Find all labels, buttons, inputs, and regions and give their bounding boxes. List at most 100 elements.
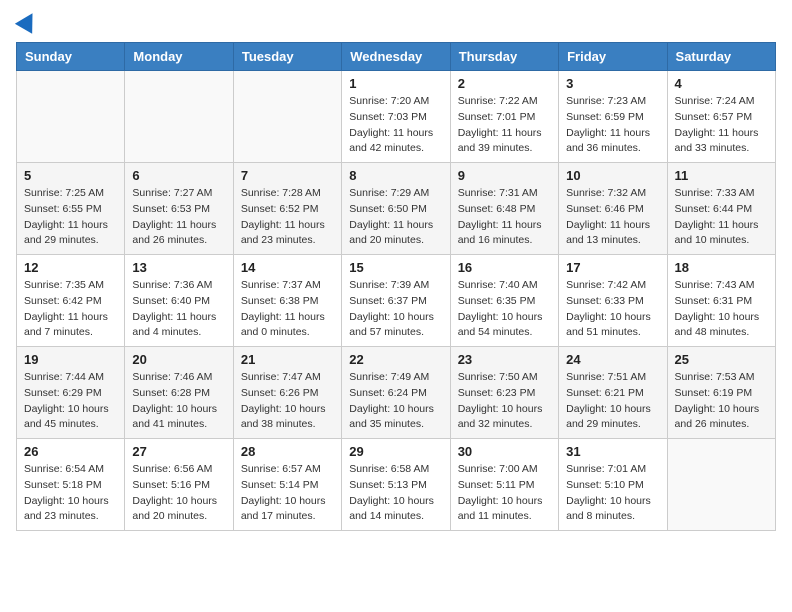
calendar-week-row: 12Sunrise: 7:35 AM Sunset: 6:42 PM Dayli…: [17, 255, 776, 347]
calendar-cell: [667, 439, 775, 531]
day-number: 11: [675, 168, 768, 183]
calendar-cell: [125, 71, 233, 163]
day-info: Sunrise: 6:57 AM Sunset: 5:14 PM Dayligh…: [241, 462, 334, 525]
day-of-week-header: Saturday: [667, 43, 775, 71]
calendar-cell: 9Sunrise: 7:31 AM Sunset: 6:48 PM Daylig…: [450, 163, 558, 255]
calendar-cell: 27 Sunrise: 6:56 AM Sunset: 5:16 PM Dayli…: [125, 439, 233, 531]
day-info: Sunrise: 7:27 AM Sunset: 6:53 PM Dayligh…: [132, 186, 225, 249]
calendar-cell: 20 Sunrise: 7:46 AM Sunset: 6:28 PM Dayli…: [125, 347, 233, 439]
day-number: 14: [241, 260, 334, 275]
day-info: Sunrise: 7:43 AM Sunset: 6:31 PM Dayligh…: [675, 278, 768, 341]
calendar-cell: 7Sunrise: 7:28 AM Sunset: 6:52 PM Daylig…: [233, 163, 341, 255]
day-of-week-header: Tuesday: [233, 43, 341, 71]
day-info: Sunrise: 7:49 AM Sunset: 6:24 PM Dayligh…: [349, 370, 442, 433]
calendar-cell: 11 Sunrise: 7:33 AM Sunset: 6:44 PM Dayli…: [667, 163, 775, 255]
day-info: Sunrise: 7:37 AM Sunset: 6:38 PM Dayligh…: [241, 278, 334, 341]
day-number: 2: [458, 76, 551, 91]
day-info: Sunrise: 6:54 AM Sunset: 5:18 PM Dayligh…: [24, 462, 117, 525]
logo: [16, 16, 38, 30]
day-number: 25: [675, 352, 768, 367]
day-info: Sunrise: 7:31 AM Sunset: 6:48 PM Dayligh…: [458, 186, 551, 249]
day-info: Sunrise: 7:00 AM Sunset: 5:11 PM Dayligh…: [458, 462, 551, 525]
day-info: Sunrise: 7:42 AM Sunset: 6:33 PM Dayligh…: [566, 278, 659, 341]
day-number: 18: [675, 260, 768, 275]
day-number: 31: [566, 444, 659, 459]
calendar-cell: 25 Sunrise: 7:53 AM Sunset: 6:19 PM Dayli…: [667, 347, 775, 439]
calendar-cell: 4 Sunrise: 7:24 AM Sunset: 6:57 PM Daylig…: [667, 71, 775, 163]
calendar-cell: 22 Sunrise: 7:49 AM Sunset: 6:24 PM Dayli…: [342, 347, 450, 439]
day-number: 19: [24, 352, 117, 367]
day-info: Sunrise: 7:51 AM Sunset: 6:21 PM Dayligh…: [566, 370, 659, 433]
day-info: Sunrise: 7:47 AM Sunset: 6:26 PM Dayligh…: [241, 370, 334, 433]
day-number: 6: [132, 168, 225, 183]
day-number: 15: [349, 260, 442, 275]
day-number: 12: [24, 260, 117, 275]
day-number: 17: [566, 260, 659, 275]
calendar-cell: 1Sunrise: 7:20 AM Sunset: 7:03 PM Daylig…: [342, 71, 450, 163]
logo-triangle-icon: [15, 8, 41, 34]
calendar-cell: 5 Sunrise: 7:25 AM Sunset: 6:55 PM Daylig…: [17, 163, 125, 255]
day-number: 22: [349, 352, 442, 367]
calendar-week-row: 1Sunrise: 7:20 AM Sunset: 7:03 PM Daylig…: [17, 71, 776, 163]
day-info: Sunrise: 7:29 AM Sunset: 6:50 PM Dayligh…: [349, 186, 442, 249]
day-info: Sunrise: 7:36 AM Sunset: 6:40 PM Dayligh…: [132, 278, 225, 341]
calendar-cell: 14 Sunrise: 7:37 AM Sunset: 6:38 PM Dayli…: [233, 255, 341, 347]
calendar-cell: 23Sunrise: 7:50 AM Sunset: 6:23 PM Dayli…: [450, 347, 558, 439]
calendar-cell: 30 Sunrise: 7:00 AM Sunset: 5:11 PM Dayli…: [450, 439, 558, 531]
day-of-week-header: Wednesday: [342, 43, 450, 71]
day-number: 3: [566, 76, 659, 91]
calendar-cell: 16 Sunrise: 7:40 AM Sunset: 6:35 PM Dayli…: [450, 255, 558, 347]
day-number: 27: [132, 444, 225, 459]
calendar-cell: 3 Sunrise: 7:23 AM Sunset: 6:59 PM Daylig…: [559, 71, 667, 163]
calendar-cell: 8Sunrise: 7:29 AM Sunset: 6:50 PM Daylig…: [342, 163, 450, 255]
day-number: 13: [132, 260, 225, 275]
day-info: Sunrise: 7:53 AM Sunset: 6:19 PM Dayligh…: [675, 370, 768, 433]
day-number: 4: [675, 76, 768, 91]
day-of-week-header: Monday: [125, 43, 233, 71]
day-info: Sunrise: 7:25 AM Sunset: 6:55 PM Dayligh…: [24, 186, 117, 249]
calendar-cell: 13 Sunrise: 7:36 AM Sunset: 6:40 PM Dayli…: [125, 255, 233, 347]
calendar-cell: 12Sunrise: 7:35 AM Sunset: 6:42 PM Dayli…: [17, 255, 125, 347]
day-of-week-header: Thursday: [450, 43, 558, 71]
day-info: Sunrise: 7:23 AM Sunset: 6:59 PM Dayligh…: [566, 94, 659, 157]
day-info: Sunrise: 7:24 AM Sunset: 6:57 PM Dayligh…: [675, 94, 768, 157]
calendar-cell: 24 Sunrise: 7:51 AM Sunset: 6:21 PM Dayli…: [559, 347, 667, 439]
calendar-cell: [233, 71, 341, 163]
day-of-week-header: Friday: [559, 43, 667, 71]
calendar-week-row: 19 Sunrise: 7:44 AM Sunset: 6:29 PM Dayli…: [17, 347, 776, 439]
day-info: Sunrise: 7:46 AM Sunset: 6:28 PM Dayligh…: [132, 370, 225, 433]
day-of-week-header: Sunday: [17, 43, 125, 71]
day-info: Sunrise: 7:40 AM Sunset: 6:35 PM Dayligh…: [458, 278, 551, 341]
day-number: 24: [566, 352, 659, 367]
day-number: 28: [241, 444, 334, 459]
calendar-week-row: 5 Sunrise: 7:25 AM Sunset: 6:55 PM Daylig…: [17, 163, 776, 255]
day-info: Sunrise: 7:01 AM Sunset: 5:10 PM Dayligh…: [566, 462, 659, 525]
calendar-cell: 6 Sunrise: 7:27 AM Sunset: 6:53 PM Daylig…: [125, 163, 233, 255]
calendar-cell: 21 Sunrise: 7:47 AM Sunset: 6:26 PM Dayli…: [233, 347, 341, 439]
day-number: 20: [132, 352, 225, 367]
calendar-table: SundayMondayTuesdayWednesdayThursdayFrid…: [16, 42, 776, 531]
day-number: 30: [458, 444, 551, 459]
calendar-cell: 17 Sunrise: 7:42 AM Sunset: 6:33 PM Dayli…: [559, 255, 667, 347]
calendar-week-row: 26Sunrise: 6:54 AM Sunset: 5:18 PM Dayli…: [17, 439, 776, 531]
calendar-cell: 15Sunrise: 7:39 AM Sunset: 6:37 PM Dayli…: [342, 255, 450, 347]
day-number: 16: [458, 260, 551, 275]
calendar-cell: 31 Sunrise: 7:01 AM Sunset: 5:10 PM Dayli…: [559, 439, 667, 531]
calendar-cell: 29 Sunrise: 6:58 AM Sunset: 5:13 PM Dayli…: [342, 439, 450, 531]
day-number: 5: [24, 168, 117, 183]
day-number: 10: [566, 168, 659, 183]
day-info: Sunrise: 6:58 AM Sunset: 5:13 PM Dayligh…: [349, 462, 442, 525]
day-number: 7: [241, 168, 334, 183]
day-info: Sunrise: 7:44 AM Sunset: 6:29 PM Dayligh…: [24, 370, 117, 433]
calendar-cell: 28 Sunrise: 6:57 AM Sunset: 5:14 PM Dayli…: [233, 439, 341, 531]
day-info: Sunrise: 7:20 AM Sunset: 7:03 PM Dayligh…: [349, 94, 442, 157]
calendar-cell: 2Sunrise: 7:22 AM Sunset: 7:01 PM Daylig…: [450, 71, 558, 163]
calendar-cell: 18 Sunrise: 7:43 AM Sunset: 6:31 PM Dayli…: [667, 255, 775, 347]
day-number: 21: [241, 352, 334, 367]
day-info: Sunrise: 6:56 AM Sunset: 5:16 PM Dayligh…: [132, 462, 225, 525]
calendar-cell: 10 Sunrise: 7:32 AM Sunset: 6:46 PM Dayli…: [559, 163, 667, 255]
calendar-cell: 26Sunrise: 6:54 AM Sunset: 5:18 PM Dayli…: [17, 439, 125, 531]
day-info: Sunrise: 7:33 AM Sunset: 6:44 PM Dayligh…: [675, 186, 768, 249]
day-number: 29: [349, 444, 442, 459]
day-info: Sunrise: 7:32 AM Sunset: 6:46 PM Dayligh…: [566, 186, 659, 249]
